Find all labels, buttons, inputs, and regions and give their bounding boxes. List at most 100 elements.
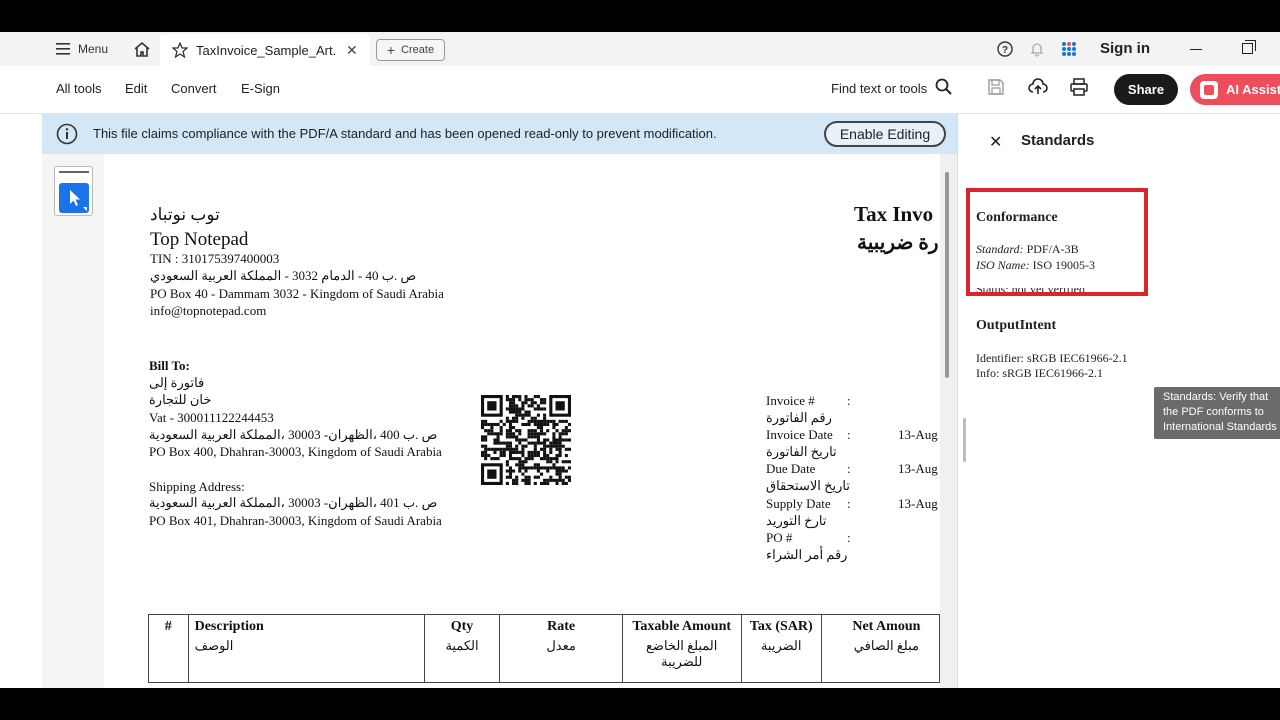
upload-cloud-icon[interactable] [1028,78,1048,96]
qr-module [536,466,540,470]
col-net-ar: مبلغ الصافي [853,638,919,653]
qr-module [539,441,544,445]
qr-module [552,426,556,430]
qr-module [567,447,571,451]
qr-module [536,435,540,439]
toolbar-convert[interactable]: Convert [171,81,217,96]
tab-close-icon[interactable]: ✕ [346,42,358,59]
qr-module [515,481,519,485]
col-rate-ar: معدل [546,638,576,653]
tab-document[interactable]: TaxInvoice_Sample_Art... ✕ [160,34,370,66]
qr-module [524,395,528,399]
qr-module [552,463,556,467]
qr-module [505,407,509,411]
outputintent-heading: OutputIntent [976,318,1057,333]
meta-due-date-label-ar: تاريخ الاستحقاق [766,478,850,493]
qr-module [536,404,540,408]
qr-module [564,460,568,464]
help-icon[interactable]: ? [997,41,1013,57]
qr-module [484,444,488,448]
qr-module [555,457,559,461]
qr-module [543,416,547,420]
panel-resize-handle[interactable] [963,418,966,462]
col-taxable-ar: المبلغ الخاضع للضريبة [646,638,718,669]
close-panel-icon[interactable]: ✕ [989,132,1002,152]
qr-module [549,441,553,445]
find-text-or-tools[interactable]: Find text or tools [831,81,927,96]
search-icon[interactable] [935,78,953,96]
minimize-icon[interactable] [1190,49,1202,50]
qr-module [539,426,544,430]
toolbar-esign[interactable]: E-Sign [241,81,280,96]
qr-module [505,419,509,423]
qr-module [543,413,547,417]
create-button[interactable]: + Create [376,39,445,61]
apps-grid-icon[interactable] [1061,41,1077,57]
qr-module [533,481,537,485]
meta-supply-date-label: Supply Date [766,496,831,511]
qr-module [567,460,571,464]
toolbar-all-tools[interactable]: All tools [56,81,102,96]
company-address: PO Box 40 - Dammam 3032 - Kingdom of Sau… [150,286,444,301]
home-button[interactable] [128,32,156,66]
qr-module [505,447,509,451]
qr-module [481,422,485,427]
save-icon[interactable] [987,78,1005,96]
qr-module [524,466,528,470]
qr-module [493,438,497,442]
qr-module [502,453,506,458]
qr-module [564,453,568,458]
star-icon[interactable] [172,42,188,58]
qr-module [539,407,544,411]
qr-module [552,441,556,445]
qr-module [539,432,544,436]
meta-colon: : [847,461,851,476]
qr-module [558,441,562,445]
qr-module [481,453,485,458]
qr-module [512,450,516,454]
left-rail [42,154,104,688]
menu-button[interactable]: Menu [42,32,120,66]
qr-module [552,422,556,427]
qr-module [490,426,494,430]
bill-vat: Vat - 300011122244453 [149,410,274,425]
qr-module [536,450,540,454]
ai-assistant-button[interactable]: AI Assista [1190,74,1280,105]
qr-module [512,419,516,423]
qr-module [527,435,531,439]
share-button[interactable]: Share [1114,74,1178,105]
qr-module [543,407,547,411]
document-scrollbar[interactable] [945,172,949,378]
qr-module [549,478,553,482]
qr-module [508,466,513,470]
maximize-icon[interactable] [1242,40,1256,54]
qr-module [561,444,565,448]
qr-module [484,457,488,461]
qr-module [536,419,540,423]
qr-module [505,395,509,399]
bell-icon[interactable] [1029,41,1045,57]
document-viewport[interactable]: توب نوتباد Top Notepad TIN : 31017539740… [104,154,957,688]
qr-module [499,419,503,423]
col-tax-ar: الضريبة [760,638,802,653]
table-header-cell: Rate معدل [499,614,623,683]
meta-colon: : [847,496,851,511]
qr-module [524,410,528,414]
qr-module [564,469,568,473]
sign-in-link[interactable]: Sign in [1100,40,1150,57]
print-icon[interactable] [1069,78,1089,96]
qr-module [487,453,491,458]
ai-assistant-label: AI Assista [1226,82,1280,97]
toolbar-edit[interactable]: Edit [125,81,147,96]
qr-module [543,450,547,454]
qr-module [521,422,525,427]
qr-module [518,441,522,445]
cursor-tool [59,183,89,213]
qr-module [543,441,547,445]
qr-module [539,481,544,485]
company-name: Top Notepad [150,229,249,250]
enable-editing-button[interactable]: Enable Editing [824,121,946,147]
qr-module [533,475,537,479]
select-tool-button[interactable] [54,166,93,216]
qr-module [552,438,556,442]
